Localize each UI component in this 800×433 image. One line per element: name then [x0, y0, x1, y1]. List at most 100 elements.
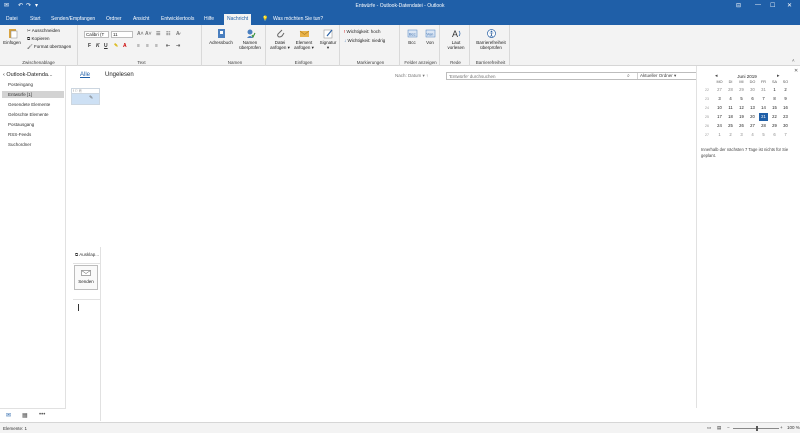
calendar-day[interactable]: 2 — [781, 86, 790, 94]
more-icon[interactable]: ••• — [39, 412, 45, 418]
italic-button[interactable]: K — [96, 43, 100, 49]
decrease-indent-icon[interactable]: ⇤ — [166, 43, 170, 49]
calendar-icon[interactable]: ▦ — [22, 412, 28, 419]
folder-search[interactable]: Suchordner — [8, 142, 31, 147]
close-peek-icon[interactable]: ✕ — [794, 68, 798, 74]
maximize-icon[interactable]: ☐ — [770, 2, 775, 9]
calendar-day[interactable]: 13 — [748, 104, 757, 112]
copy-button[interactable]: ⧉ Kopieren — [27, 36, 49, 41]
filter-all-tab[interactable]: Alle — [80, 72, 90, 78]
message-body-input[interactable] — [78, 304, 79, 311]
address-book-button[interactable]: Adressbuch — [207, 28, 235, 45]
calendar-day[interactable]: 16 — [781, 104, 790, 112]
normal-view-icon[interactable]: ▭ — [707, 425, 711, 431]
calendar-day[interactable]: 15 — [770, 104, 779, 112]
calendar-day[interactable]: 4 — [726, 95, 735, 103]
calendar-day[interactable]: 22 — [770, 113, 779, 121]
zoom-level[interactable]: 100 % — [787, 425, 800, 430]
sort-dropdown[interactable]: Nach: Datum ▾ ↑ — [395, 73, 428, 79]
bold-button[interactable]: F — [88, 43, 91, 49]
folder-root[interactable]: ‹ Outlook-Datenda... — [3, 72, 53, 78]
calendar-day[interactable]: 17 — [715, 113, 724, 121]
tab-ordner[interactable]: Ordner — [106, 16, 122, 22]
bcc-button[interactable]: Bcc Bcc — [404, 28, 420, 45]
cut-button[interactable]: ✂ Ausschneiden — [27, 28, 60, 34]
tell-me-input[interactable]: Was möchten Sie tun? — [273, 16, 323, 22]
zoom-out-icon[interactable]: − — [727, 425, 730, 430]
calendar-day[interactable]: 11 — [726, 104, 735, 112]
tab-ansicht[interactable]: Ansicht — [133, 16, 149, 22]
calendar-day[interactable]: 30 — [748, 86, 757, 94]
folder-sent[interactable]: Gesendete Elemente — [8, 102, 50, 107]
calendar-day[interactable]: 26 — [737, 122, 746, 130]
align-right-icon[interactable]: ≡ — [155, 43, 158, 49]
paste-button[interactable]: Einfügen — [3, 28, 21, 45]
calendar-day[interactable]: 7 — [781, 131, 790, 139]
check-accessibility-button[interactable]: Barrierefreiheit überprüfen — [474, 28, 508, 50]
minimize-icon[interactable]: — — [755, 2, 761, 8]
from-button[interactable]: Von Von — [422, 28, 438, 45]
tab-hilfe[interactable]: Hilfe — [204, 16, 214, 22]
tab-senden-empfangen[interactable]: Senden/Empfangen — [51, 16, 95, 22]
calendar-day[interactable]: 9 — [781, 95, 790, 103]
font-shrink-icon[interactable]: A˅ — [145, 31, 152, 37]
calendar-day[interactable]: 23 — [781, 113, 790, 121]
attach-file-button[interactable]: Datei anfügen ▾ — [269, 28, 291, 50]
clear-formatting-icon[interactable]: A̷ — [176, 31, 180, 37]
calendar-day[interactable]: 10 — [715, 104, 724, 112]
calendar-day[interactable]: 19 — [737, 113, 746, 121]
calendar-day[interactable]: 27 — [748, 122, 757, 130]
calendar-day[interactable]: 28 — [759, 122, 768, 130]
search-input[interactable] — [449, 73, 619, 79]
calendar-day[interactable]: 20 — [748, 113, 757, 121]
tab-start[interactable]: Start — [30, 16, 41, 22]
format-painter-button[interactable]: 🖌 Format übertragen — [27, 44, 71, 50]
calendar-day[interactable]: 27 — [715, 86, 724, 94]
zoom-slider-thumb[interactable] — [756, 426, 758, 431]
calendar-day[interactable]: 6 — [770, 131, 779, 139]
calendar-day[interactable]: 29 — [737, 86, 746, 94]
ribbon-display-icon[interactable]: ⊟ — [736, 2, 741, 9]
calendar-day[interactable]: 4 — [748, 131, 757, 139]
calendar-day[interactable]: 3 — [715, 95, 724, 103]
zoom-in-icon[interactable]: + — [780, 425, 783, 430]
calendar-day[interactable]: 5 — [759, 131, 768, 139]
signature-button[interactable]: Signatur ▾ — [317, 28, 339, 50]
calendar-day[interactable]: 8 — [770, 95, 779, 103]
check-names-button[interactable]: Namen überprüfen — [236, 28, 264, 50]
mail-icon[interactable]: ✉ — [6, 412, 11, 419]
calendar-day[interactable]: 25 — [726, 122, 735, 130]
tab-datei[interactable]: Datei — [6, 16, 18, 22]
filter-unread-tab[interactable]: Ungelesen — [105, 72, 134, 78]
underline-button[interactable]: U — [104, 43, 108, 49]
folder-rss[interactable]: RSS-Feeds — [8, 132, 31, 137]
close-icon[interactable]: ✕ — [787, 2, 792, 9]
search-scope-dropdown[interactable]: Aktueller Ordner ▾ — [637, 73, 703, 79]
collapse-ribbon-icon[interactable]: ˄ — [792, 58, 795, 63]
highlight-icon[interactable]: ✎ — [114, 43, 118, 49]
folder-outbox[interactable]: Postausgang — [8, 122, 34, 127]
search-icon[interactable]: ⌕ — [627, 73, 630, 79]
numbering-icon[interactable]: ☷ — [166, 31, 170, 37]
calendar-day[interactable]: 30 — [781, 122, 790, 130]
send-button[interactable]: Senden — [74, 265, 98, 290]
folder-deleted[interactable]: Gelöschte Elemente — [8, 112, 49, 117]
folder-inbox[interactable]: Posteingang — [8, 82, 33, 87]
font-size-dropdown[interactable]: 11 — [111, 31, 133, 38]
tab-nachricht[interactable]: Nachricht — [224, 14, 252, 25]
popout-button[interactable]: ⧉ Ausklap... — [75, 252, 99, 257]
importance-low-button[interactable]: ↓ Wichtigkeit: niedrig — [344, 38, 385, 43]
calendar-day[interactable]: 3 — [737, 131, 746, 139]
calendar-day[interactable]: 2 — [726, 131, 735, 139]
font-color-icon[interactable]: A — [123, 43, 127, 49]
calendar-day[interactable]: 1 — [770, 86, 779, 94]
align-center-icon[interactable]: ≡ — [146, 43, 149, 49]
font-family-dropdown[interactable]: Calibri (T — [84, 31, 109, 38]
calendar-day[interactable]: 14 — [759, 104, 768, 112]
calendar-day[interactable]: 31 — [759, 86, 768, 94]
calendar-day[interactable]: 5 — [737, 95, 746, 103]
calendar-day[interactable]: 6 — [748, 95, 757, 103]
read-aloud-button[interactable]: A Laut vorlesen — [444, 28, 468, 50]
attach-item-button[interactable]: Element anfügen ▾ — [292, 28, 316, 50]
font-grow-icon[interactable]: A˄ — [137, 31, 144, 37]
